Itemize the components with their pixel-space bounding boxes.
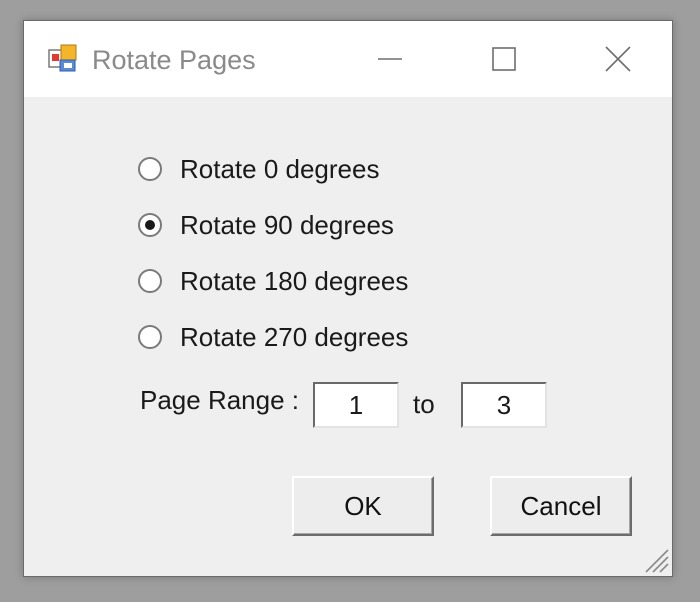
rotate-180-label: Rotate 180 degrees — [180, 265, 409, 296]
maximize-icon — [492, 47, 516, 71]
rotate-0-label: Rotate 0 degrees — [180, 153, 380, 184]
cancel-button[interactable]: Cancel — [490, 476, 632, 536]
ok-button[interactable]: OK — [292, 476, 434, 536]
rotate-0-option[interactable]: Rotate 0 degrees — [138, 152, 379, 186]
rotate-270-radio[interactable] — [138, 325, 162, 349]
rotate-180-radio[interactable] — [138, 269, 162, 293]
close-button[interactable] — [586, 21, 650, 97]
page-range-to-label: to — [413, 389, 435, 419]
page-range-from-input[interactable] — [313, 382, 399, 428]
resize-grip-icon[interactable] — [640, 544, 670, 574]
page-range-label: Page Range : — [140, 385, 300, 415]
rotate-180-option[interactable]: Rotate 180 degrees — [138, 264, 408, 298]
rotate-pages-dialog: Rotate Pages Rotate 0 degrees Rotate 90 … — [23, 20, 673, 577]
minimize-icon — [378, 58, 402, 60]
app-icon — [48, 44, 77, 72]
minimize-button[interactable] — [358, 21, 422, 97]
radio-selected-dot — [145, 220, 155, 230]
window-title: Rotate Pages — [92, 45, 256, 75]
rotate-0-radio[interactable] — [138, 157, 162, 181]
rotate-270-option[interactable]: Rotate 270 degrees — [138, 320, 408, 354]
rotate-90-option[interactable]: Rotate 90 degrees — [138, 208, 394, 242]
page-range-to-input[interactable] — [461, 382, 547, 428]
title-bar[interactable]: Rotate Pages — [24, 21, 672, 97]
maximize-button[interactable] — [472, 21, 536, 97]
rotate-270-label: Rotate 270 degrees — [180, 321, 409, 352]
close-icon — [605, 46, 631, 72]
rotate-90-radio[interactable] — [138, 213, 162, 237]
rotate-90-label: Rotate 90 degrees — [180, 209, 394, 240]
